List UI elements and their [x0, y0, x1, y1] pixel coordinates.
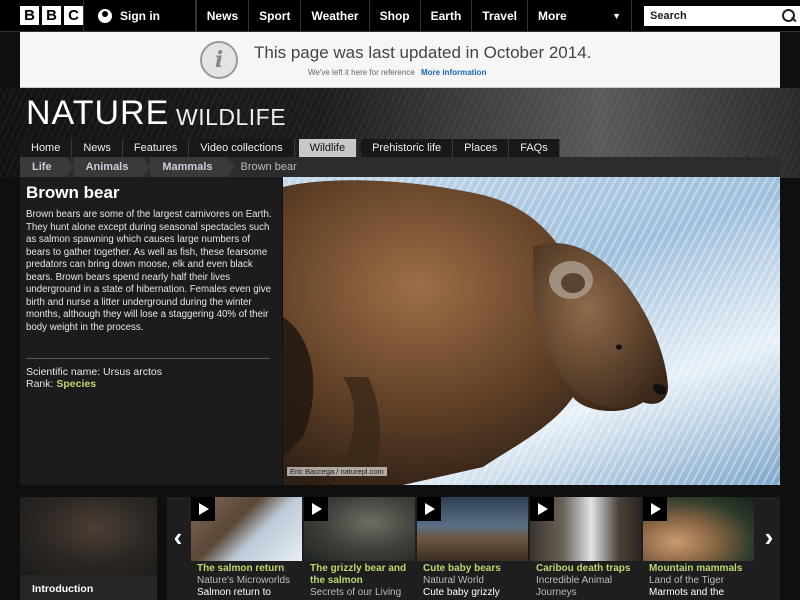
breadcrumb: Life Animals Mammals Brown bear [20, 157, 780, 177]
carousel-item[interactable]: Mountain mammals Land of the Tiger Marmo… [643, 497, 754, 600]
video-thumbnail [530, 497, 641, 561]
video-source: Secrets of our Living [310, 587, 402, 598]
video-episode: Marmots and the [649, 587, 725, 598]
video-episode: Cute baby grizzly [423, 587, 500, 598]
play-icon [530, 497, 554, 521]
rank-species-link[interactable]: Species [56, 378, 96, 390]
video-title: Mountain mammals [649, 563, 743, 574]
notice-title: This page was last updated in October 20… [254, 43, 592, 62]
search-input[interactable] [650, 9, 770, 22]
caret-down-icon: ▼ [612, 10, 621, 21]
brown-bear-photo: Eric Baccega / naturepl.com [283, 177, 780, 485]
video-title: The salmon return [197, 563, 285, 574]
nav-travel[interactable]: Travel [472, 0, 528, 31]
sign-in-label: Sign in [120, 8, 160, 23]
video-thumbnail [643, 497, 754, 561]
rank: Rank: Species [26, 378, 96, 390]
introduction-label: Introduction [32, 583, 94, 595]
tab-faqs[interactable]: FAQs [509, 139, 560, 157]
more-information-link[interactable]: More information [421, 68, 486, 77]
bear-illustration [283, 180, 668, 485]
search-icon[interactable] [782, 8, 796, 23]
video-title: Caribou death traps [536, 563, 631, 574]
bbc-logo-letter: B [20, 6, 39, 25]
species-title: Brown bear [26, 183, 120, 202]
sign-in-button[interactable]: Sign in [83, 0, 196, 31]
breadcrumb-life[interactable]: Life [20, 157, 74, 177]
nature-title[interactable]: NATURE [26, 94, 169, 133]
nav-more-label: More [538, 8, 567, 23]
rank-label: Rank: [26, 378, 54, 390]
tab-wildlife[interactable]: Wildlife [298, 139, 358, 157]
play-icon [304, 497, 328, 521]
tab-prehistoric-life[interactable]: Prehistoric life [361, 139, 454, 157]
play-icon [191, 497, 215, 521]
nav-earth[interactable]: Earth [421, 0, 473, 31]
scientific-name-value: Ursus arctos [103, 366, 162, 378]
introduction-card[interactable]: Introduction [20, 497, 157, 600]
video-title: The grizzly bear and the salmon [310, 563, 407, 586]
wildlife-title: WILDLIFE [176, 104, 287, 130]
scientific-name: Scientific name: Ursus arctos [26, 366, 162, 378]
bbc-logo-letter: B [42, 6, 61, 25]
tab-features[interactable]: Features [122, 139, 190, 157]
nav-sport[interactable]: Sport [249, 0, 302, 31]
video-thumbnail [417, 497, 528, 561]
video-carousel: ‹ The salmon return Nature's Microworlds… [167, 497, 780, 600]
section-nav: Home News Features Video collections Wil… [20, 139, 560, 157]
video-episode: Salmon return to [197, 587, 271, 598]
carousel-item[interactable]: Cute baby bears Natural World Cute baby … [417, 497, 528, 600]
archive-notice: i This page was last updated in October … [20, 32, 780, 88]
carousel-item[interactable]: The grizzly bear and the salmon Secrets … [304, 497, 415, 600]
tab-news[interactable]: News [72, 139, 123, 157]
video-source: Nature's Microworlds [197, 575, 291, 586]
global-nav: News Sport Weather Shop Earth Travel Mor… [195, 0, 632, 31]
tab-video-collections[interactable]: Video collections [189, 139, 295, 157]
search-area [632, 0, 800, 31]
breadcrumb-animals[interactable]: Animals [73, 157, 151, 177]
user-icon [98, 8, 112, 23]
play-icon [643, 497, 667, 521]
introduction-thumbnail [20, 497, 157, 575]
breadcrumb-current: Brown bear [240, 161, 297, 173]
nav-shop[interactable]: Shop [370, 0, 421, 31]
carousel-item[interactable]: Caribou death traps Incredible Animal Jo… [530, 497, 641, 600]
tab-home[interactable]: Home [20, 139, 73, 157]
species-description: Brown bears are some of the largest carn… [26, 209, 272, 333]
carousel-item[interactable]: The salmon return Nature's Microworlds S… [191, 497, 302, 600]
bbc-top-bar: B B C Sign in News Sport Weather Shop Ea… [0, 0, 800, 32]
video-source: Land of the Tiger [649, 575, 725, 586]
scientific-name-label: Scientific name: [26, 366, 101, 378]
bbc-logo-letter: C [64, 6, 83, 25]
nav-weather[interactable]: Weather [301, 0, 370, 31]
nav-news[interactable]: News [195, 0, 250, 31]
info-icon: i [200, 41, 238, 79]
divider [26, 358, 270, 359]
tab-places[interactable]: Places [453, 139, 510, 157]
breadcrumb-mammals[interactable]: Mammals [150, 157, 235, 177]
play-icon [417, 497, 441, 521]
search-box [644, 5, 800, 26]
video-thumbnail [191, 497, 302, 561]
video-source: Natural World [423, 575, 484, 586]
photo-credit: Eric Baccega / naturepl.com [287, 467, 387, 476]
carousel-next-button[interactable]: › [758, 517, 780, 557]
notice-subtitle-text: We've left it here for reference [308, 68, 415, 77]
carousel-prev-button[interactable]: ‹ [167, 517, 189, 557]
nav-more-button[interactable]: More ▼ [528, 0, 632, 31]
video-source: Incredible Animal Journeys [536, 575, 613, 598]
notice-subtitle: We've left it here for reference More in… [308, 68, 486, 77]
video-thumbnail [304, 497, 415, 561]
video-title: Cute baby bears [423, 563, 501, 574]
bbc-logo[interactable]: B B C [0, 0, 83, 31]
species-info-panel: Brown bear Brown bears are some of the l… [20, 177, 282, 485]
